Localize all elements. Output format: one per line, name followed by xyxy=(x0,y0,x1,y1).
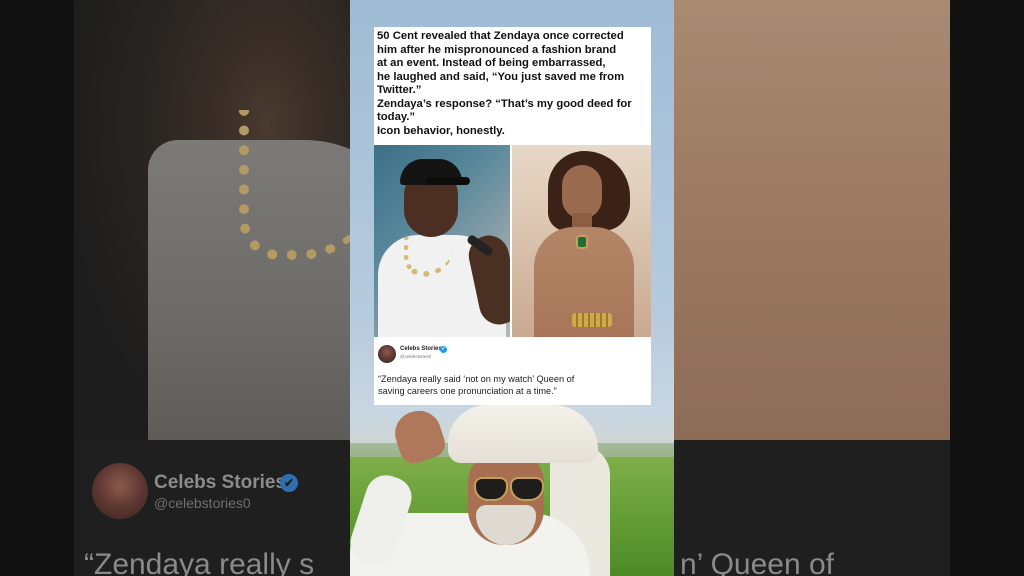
post-card: 50 Cent revealed that Zendaya once corre… xyxy=(374,27,651,405)
post-text-line: him after he mispronounced a fashion bra… xyxy=(377,43,617,56)
reaction-photo xyxy=(350,405,674,576)
video-frame: 50 Cent revealed that Zendaya once corre… xyxy=(350,0,674,576)
post-quote: “Zendaya really said ‘not on my watch’ Q… xyxy=(378,374,648,397)
verified-icon: ✔ xyxy=(440,346,447,353)
background-quote-right: n’ Queen of xyxy=(680,548,834,576)
cap-brim xyxy=(426,177,470,185)
quote-line: “Zendaya really said ‘not on my watch’ Q… xyxy=(378,374,575,384)
turban xyxy=(448,405,598,463)
background-photo-right xyxy=(674,0,950,440)
post-text-line: today.” xyxy=(377,111,416,123)
quote-line: saving careers one pronunciation at a ti… xyxy=(378,385,557,396)
post-text-line: Zendaya’s response? “That’s my good deed… xyxy=(377,97,632,110)
bracelet xyxy=(572,313,612,327)
background-quote-left: “Zendaya really s xyxy=(84,548,315,576)
background-right-margin xyxy=(950,0,1024,576)
face xyxy=(562,165,602,219)
background-account-name: Celebs Stories xyxy=(154,472,286,493)
post-text-line: at an event. Instead of being embarrasse… xyxy=(377,57,606,69)
post-text-line: Twitter.” xyxy=(377,84,422,96)
post-attribution: Celebs Stories ✔ @celebstories0 xyxy=(378,345,648,365)
background-verified-icon: ✔ xyxy=(280,474,298,492)
avatar xyxy=(378,345,396,363)
sunglasses-icon xyxy=(510,477,544,501)
background-account-handle: @celebstories0 xyxy=(154,495,251,511)
account-name: Celebs Stories xyxy=(400,346,442,352)
post-text-line: 50 Cent revealed that Zendaya once corre… xyxy=(377,30,624,42)
pendant-icon xyxy=(576,235,588,249)
background-left-margin xyxy=(0,0,74,576)
post-images xyxy=(374,145,651,337)
photo-rapper xyxy=(374,145,510,337)
account-handle: @celebstories0 xyxy=(400,354,432,359)
post-text-line: Icon behavior, honestly. xyxy=(377,124,505,137)
post-text-line: he laughed and said, “You just saved me … xyxy=(377,70,625,83)
sunglasses-icon xyxy=(474,477,508,501)
post-text: 50 Cent revealed that Zendaya once corre… xyxy=(377,30,649,138)
photo-zendaya xyxy=(512,145,651,337)
background-photo-left xyxy=(74,0,424,440)
background-avatar xyxy=(92,463,148,519)
